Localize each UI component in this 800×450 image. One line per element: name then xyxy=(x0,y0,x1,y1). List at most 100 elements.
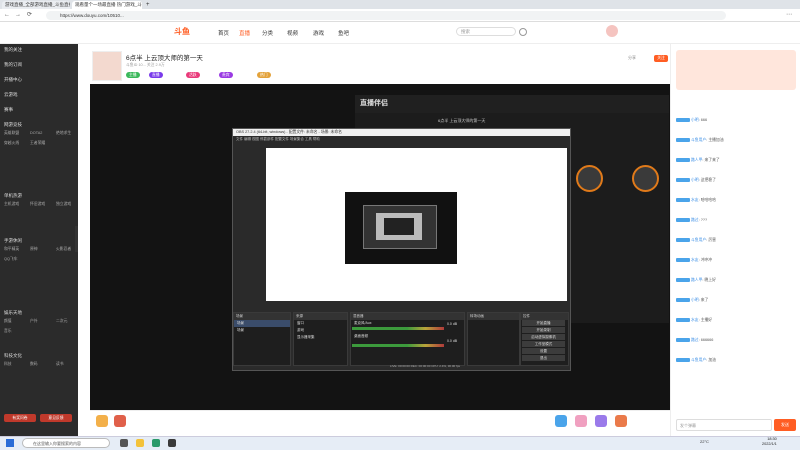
sidebar-entry[interactable]: QQ飞车 xyxy=(4,257,18,262)
sidebar-section-title[interactable]: 科技文化 xyxy=(4,353,22,359)
sidebar-entry[interactable]: 原神 xyxy=(30,247,38,252)
sidebar-entry[interactable]: 数码 xyxy=(30,362,38,367)
sidebar-entry[interactable]: 独立游戏 xyxy=(56,202,71,207)
share-button[interactable]: 分享 xyxy=(628,55,636,61)
nav-live[interactable]: 直播 xyxy=(239,29,250,37)
obs-menu-file[interactable]: 文件 xyxy=(236,137,243,141)
gift-icon[interactable] xyxy=(615,415,627,427)
start-streaming-button[interactable]: 开始直播 xyxy=(522,320,565,326)
back-icon[interactable]: ← xyxy=(4,11,10,20)
follow-button[interactable]: 关注 xyxy=(654,55,668,62)
search-icon[interactable] xyxy=(519,28,527,36)
sidebar-section-title[interactable]: 单机热游 xyxy=(4,193,22,199)
nav-video[interactable]: 视频 xyxy=(287,29,298,37)
room-tag[interactable]: 热门 xyxy=(257,72,271,78)
file-explorer-icon[interactable] xyxy=(136,439,144,447)
exit-button[interactable]: 退出 xyxy=(522,355,565,361)
sidebar-entry[interactable]: 二次元 xyxy=(56,319,67,324)
sidebar-item-stream-center[interactable]: 开播中心 xyxy=(4,77,22,83)
sidebar-entry[interactable]: 怀旧游戏 xyxy=(30,202,45,207)
chat-username[interactable]: 路人甲 xyxy=(691,158,702,162)
sidebar-entry[interactable]: 颜值 xyxy=(4,319,12,324)
chat-username[interactable]: 小明 xyxy=(691,178,699,182)
gift-icon[interactable] xyxy=(555,415,567,427)
room-tag[interactable]: 活跃 xyxy=(186,72,200,78)
scene-item[interactable]: 场景 xyxy=(234,320,290,327)
obs-menu-docks[interactable]: 停靠部件 xyxy=(260,137,274,141)
browser-tab-0[interactable]: 游戏直播_全部游戏直播_斗鱼直播 xyxy=(2,1,70,9)
sidebar-entry[interactable]: DOTA2 xyxy=(30,131,42,135)
gift-icon[interactable] xyxy=(595,415,607,427)
chat-username[interactable]: 路过 xyxy=(691,338,699,342)
companion-dial[interactable] xyxy=(632,165,659,192)
site-search-input[interactable]: 搜索 xyxy=(456,27,516,36)
system-clock[interactable]: 18:30 2022/1/1 xyxy=(762,437,777,447)
browser-menu-icon[interactable]: ⋯ xyxy=(786,11,792,20)
sidebar-section-title[interactable]: 手游休闲 xyxy=(4,238,22,244)
chat-send-button[interactable]: 发送 xyxy=(774,419,796,431)
sidebar-entry[interactable]: 读书 xyxy=(56,362,64,367)
room-tag[interactable]: 直播 xyxy=(149,72,163,78)
obs-menu-view[interactable]: 视图 xyxy=(252,137,259,141)
douyu-logo[interactable]: 斗鱼 xyxy=(174,26,202,38)
room-tag[interactable]: 贵宾 xyxy=(219,72,233,78)
source-item[interactable]: 游戏 xyxy=(294,327,347,334)
sidebar-entry[interactable]: 英雄联盟 xyxy=(4,131,19,136)
url-input[interactable]: https://www.douyu.com/10510... xyxy=(46,11,726,20)
chat-username[interactable]: 斗鱼用户 xyxy=(691,358,706,362)
task-view-icon[interactable] xyxy=(120,439,128,447)
windows-start-icon[interactable] xyxy=(6,439,14,447)
chat-username[interactable]: 路过 xyxy=(691,218,699,222)
user-avatar[interactable] xyxy=(606,25,618,37)
sidebar-entry[interactable]: 科技 xyxy=(4,362,12,367)
edge-browser-icon[interactable] xyxy=(152,439,160,447)
sidebar-item-follow[interactable]: 我的关注 xyxy=(4,47,22,53)
sidebar-item-esports[interactable]: 赛事 xyxy=(4,107,13,113)
virtual-camera-button[interactable]: 启动虚拟摄像机 xyxy=(522,334,565,340)
start-recording-button[interactable]: 开始录制 xyxy=(522,327,565,333)
sidebar-item-subscribe[interactable]: 我的订阅 xyxy=(4,62,22,68)
sidebar-entry[interactable]: 火影忍者 xyxy=(56,247,71,252)
settings-button[interactable]: 设置 xyxy=(522,348,565,354)
companion-dial[interactable] xyxy=(576,165,603,192)
scene-item[interactable]: 场景 xyxy=(234,327,290,334)
forward-icon[interactable]: → xyxy=(15,11,21,20)
nav-home[interactable]: 首页 xyxy=(218,29,229,37)
nav-games[interactable]: 游戏 xyxy=(313,29,324,37)
obs-taskbar-icon[interactable] xyxy=(168,439,176,447)
chat-username[interactable]: 斗鱼用户 xyxy=(691,238,706,242)
browser-tab-1[interactable]: 观看量个一场最直播 热门游戏_斗鱼 xyxy=(72,1,142,9)
obs-menu-edit[interactable]: 编辑 xyxy=(244,137,251,141)
feedback-button[interactable]: 意见反馈 xyxy=(40,414,72,422)
chat-username[interactable]: 水友 xyxy=(691,318,699,322)
chat-username[interactable]: 小明 xyxy=(691,298,699,302)
sidebar-section-title[interactable]: 娱乐天地 xyxy=(4,310,22,316)
sidebar-entry[interactable]: 绝地求生 xyxy=(56,131,71,136)
sidebar-entry[interactable]: 户外 xyxy=(30,319,38,324)
chat-username[interactable]: 水友 xyxy=(691,198,699,202)
streamer-avatar[interactable] xyxy=(92,51,122,81)
obs-menu-scene-collection[interactable]: 场景集合 xyxy=(290,137,304,141)
survey-button[interactable]: 有奖问卷 xyxy=(4,414,36,422)
gift-icon[interactable] xyxy=(114,415,126,427)
sidebar-entry[interactable]: 王者荣耀 xyxy=(30,141,45,146)
new-tab-button[interactable]: + xyxy=(143,1,151,9)
nav-category[interactable]: 分类 xyxy=(262,29,273,37)
gift-icon[interactable] xyxy=(575,415,587,427)
sidebar-entry[interactable]: 音乐 xyxy=(4,329,12,334)
chat-username[interactable]: 小明 xyxy=(691,118,699,122)
obs-menu-profile[interactable]: 配置文件 xyxy=(275,137,289,141)
obs-menu-help[interactable]: 帮助 xyxy=(313,137,320,141)
chat-username[interactable]: 路人甲 xyxy=(691,278,702,282)
room-tag[interactable]: 主播 xyxy=(126,72,140,78)
sidebar-entry[interactable]: 主机游戏 xyxy=(4,202,19,207)
chat-username[interactable]: 水友 xyxy=(691,258,699,262)
chat-input[interactable]: 发个弹幕 xyxy=(676,419,772,431)
studio-mode-button[interactable]: 工作室模式 xyxy=(522,341,565,347)
weather-temperature[interactable]: 22°C xyxy=(700,439,709,444)
taskbar-search-input[interactable]: 在这里输入你要搜索的内容 xyxy=(22,438,110,448)
sidebar-section-title[interactable]: 网游竞技 xyxy=(4,122,22,128)
source-item[interactable]: 窗口 xyxy=(294,320,347,327)
sidebar-item-cloud-game[interactable]: 云游戏 xyxy=(4,92,18,98)
obs-menu-tools[interactable]: 工具 xyxy=(305,137,312,141)
